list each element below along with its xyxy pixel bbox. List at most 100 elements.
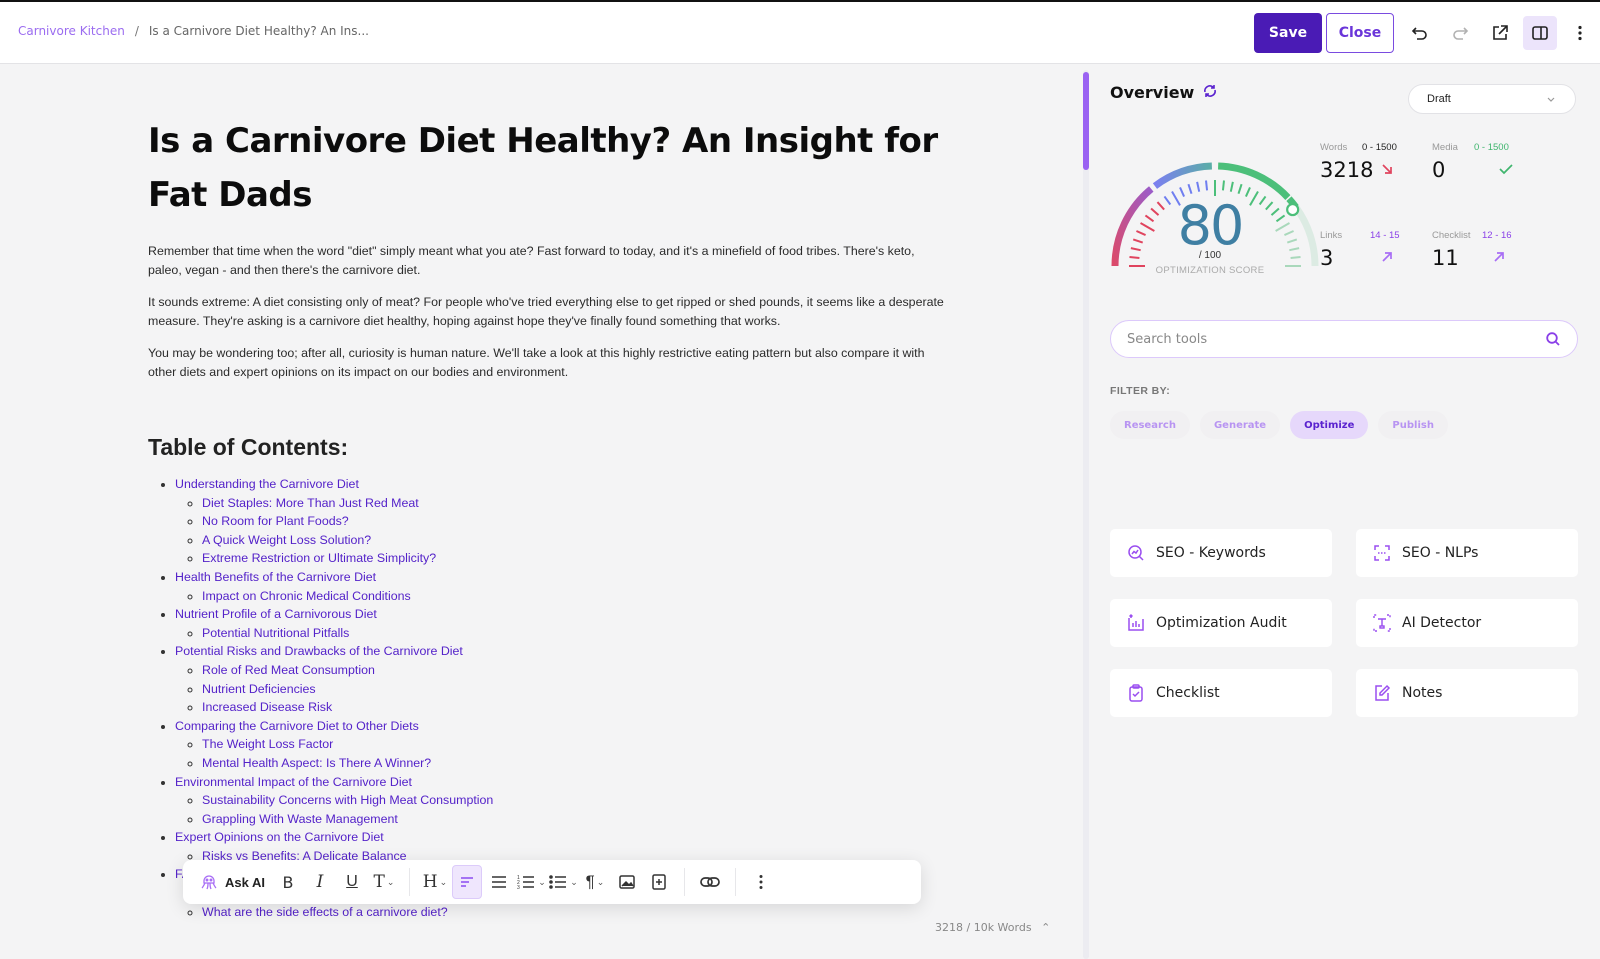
toolbar-more-button[interactable] [746,865,776,899]
paragraph[interactable]: It sounds extreme: A diet consisting onl… [148,293,948,331]
toc-link[interactable]: Environmental Impact of the Carnivore Di… [175,775,412,789]
panel-toggle-icon [1532,26,1548,40]
toc-sublink[interactable]: Extreme Restriction or Ultimate Simplici… [202,551,436,565]
metric-value: 3218 [1320,158,1374,182]
align-left-button[interactable] [451,865,482,899]
open-external-button[interactable] [1483,16,1517,50]
editor-scrollbar-track[interactable] [1083,70,1089,959]
toc-link[interactable]: Expert Opinions on the Carnivore Diet [175,830,384,844]
toc-sublink[interactable]: Diet Staples: More Than Just Red Meat [202,496,419,510]
document[interactable]: Is a Carnivore Diet Healthy? An Insight … [148,114,948,921]
toc-sublink[interactable]: What are the side effects of a carnivore… [202,905,448,919]
toc-item: Understanding the Carnivore Diet Diet Sta… [175,475,948,568]
toc-sublink[interactable]: Role of Red Meat Consumption [202,663,375,677]
save-button[interactable]: Save [1254,13,1322,53]
arrow-up-right-icon [1380,250,1394,269]
more-options-button[interactable] [1563,16,1597,50]
toc-sublink[interactable]: Sustainability Concerns with High Meat C… [202,793,493,807]
filter-chip-research[interactable]: Research [1110,411,1190,439]
toc-item: Potential Risks and Drawbacks of the Car… [175,642,948,716]
tool-card-notes[interactable]: Notes [1356,669,1578,717]
bold-icon: B [282,872,294,892]
toc-sublink[interactable]: The Weight Loss Factor [202,737,333,751]
redo-button[interactable] [1443,16,1477,50]
toc-sublink[interactable]: Mental Health Aspect: Is There A Winner? [202,756,431,770]
toc-sublink[interactable]: A Quick Weight Loss Solution? [202,533,371,547]
gauge-tick [1290,256,1301,260]
toc-sublink[interactable]: Nutrient Deficiencies [202,682,316,696]
status-select[interactable]: Draft [1408,84,1576,114]
toc-sublist: Impact on Chronic Medical Conditions [175,587,948,606]
pilcrow-icon: ¶ [585,872,595,891]
filter-label: FILTER BY: [1110,385,1171,397]
italic-button[interactable]: I [305,865,335,899]
filter-chip-publish[interactable]: Publish [1378,411,1448,439]
tool-card-seo-keywords[interactable]: SEO - Keywords [1110,529,1332,577]
toc-sublink[interactable]: Grappling With Waste Management [202,812,398,826]
panel-toggle-button[interactable] [1523,16,1557,50]
underline-icon: U [346,873,358,890]
tool-grid: SEO - Keywords SEO - NLPs Optimization A… [1110,529,1580,717]
editor-area[interactable]: Is a Carnivore Diet Healthy? An Insight … [0,64,1064,959]
tool-card-ai-detector[interactable]: AI Detector [1356,599,1578,647]
toc-sublink[interactable]: Increased Disease Risk [202,700,332,714]
search-tools-input[interactable] [1127,331,1527,347]
toc-link[interactable]: Health Benefits of the Carnivore Diet [175,570,376,584]
filter-chip-optimize[interactable]: Optimize [1290,411,1369,439]
toc-subitem: Nutrient Deficiencies [202,680,948,699]
bold-button[interactable]: B [273,865,303,899]
paragraph-dropdown[interactable]: ¶ ⌄ [580,865,610,899]
editor-scrollbar-thumb[interactable] [1083,72,1089,170]
filter-chip-generate[interactable]: Generate [1199,411,1281,439]
toc-link[interactable]: Understanding the Carnivore Diet [175,477,359,491]
overview-title: Overview [1110,83,1195,102]
toc-sublink[interactable]: Impact on Chronic Medical Conditions [202,589,411,603]
text-style-icon: T [373,872,385,892]
gauge-tick [1229,181,1234,192]
chevron-down-icon: ⌄ [596,876,605,887]
gauge-tick [1205,180,1209,191]
heading-dropdown[interactable]: H ⌄ [420,865,450,899]
check-icon [1498,162,1514,181]
paragraph[interactable]: Remember that time when the word "diet" … [148,242,948,280]
tool-card-seo-nlps[interactable]: SEO - NLPs [1356,529,1578,577]
close-button[interactable]: Close [1326,13,1394,53]
search-icon[interactable] [1545,331,1561,347]
heading-icon: H [422,872,438,892]
breadcrumb-project-link[interactable]: Carnivore Kitchen [18,24,125,38]
refresh-icon[interactable] [1202,83,1218,99]
insert-link-button[interactable] [695,865,725,899]
tool-card-optimization-audit[interactable]: Optimization Audit [1110,599,1332,647]
toc-link[interactable]: Potential Risks and Drawbacks of the Car… [175,644,463,658]
gauge-arc-segment [1217,162,1291,200]
toc-subitem: The Weight Loss Factor [202,735,948,754]
undo-button[interactable] [1403,16,1437,50]
document-title[interactable]: Is a Carnivore Diet Healthy? An Insight … [148,114,948,222]
ordered-list-dropdown[interactable]: 123 ⌄ [516,865,546,899]
paragraph[interactable]: You may be wondering too; after all, cur… [148,344,948,382]
ask-ai-button[interactable]: Ask AI [193,865,271,899]
bullet-list-dropdown[interactable]: ⌄ [548,865,578,899]
toc-item: Environmental Impact of the Carnivore Di… [175,773,948,829]
format-toolbar: Ask AI B I U T ⌄ H ⌄ 123 ⌄ ⌄ ¶ ⌄ [183,860,921,904]
insert-block-button[interactable] [644,865,674,899]
gauge-tick [1196,181,1201,192]
align-justify-button[interactable] [484,865,514,899]
chevron-down-icon: ⌄ [439,876,448,887]
toc-subitem: Grappling With Waste Management [202,810,948,829]
tool-card-checklist[interactable]: Checklist [1110,669,1332,717]
text-style-dropdown[interactable]: T ⌄ [369,865,399,899]
toc-link[interactable]: Nutrient Profile of a Carnivorous Diet [175,607,377,621]
toc-subitem: Sustainability Concerns with High Meat C… [202,791,948,810]
metric-range: 0 - 1500 [1474,142,1509,153]
insert-image-button[interactable] [612,865,642,899]
ask-ai-label: Ask AI [225,874,265,890]
toc-sublink[interactable]: Potential Nutritional Pitfalls [202,626,349,640]
word-count-toggle[interactable]: 3218 / 10k Words ⌃ [935,921,1050,934]
toc-link[interactable]: Comparing the Carnivore Diet to Other Di… [175,719,419,733]
search-tools[interactable] [1110,320,1578,358]
underline-button[interactable]: U [337,865,367,899]
toc-sublink[interactable]: No Room for Plant Foods? [202,514,349,528]
gauge-tick [1129,256,1140,260]
gauge-tick [1136,230,1146,237]
